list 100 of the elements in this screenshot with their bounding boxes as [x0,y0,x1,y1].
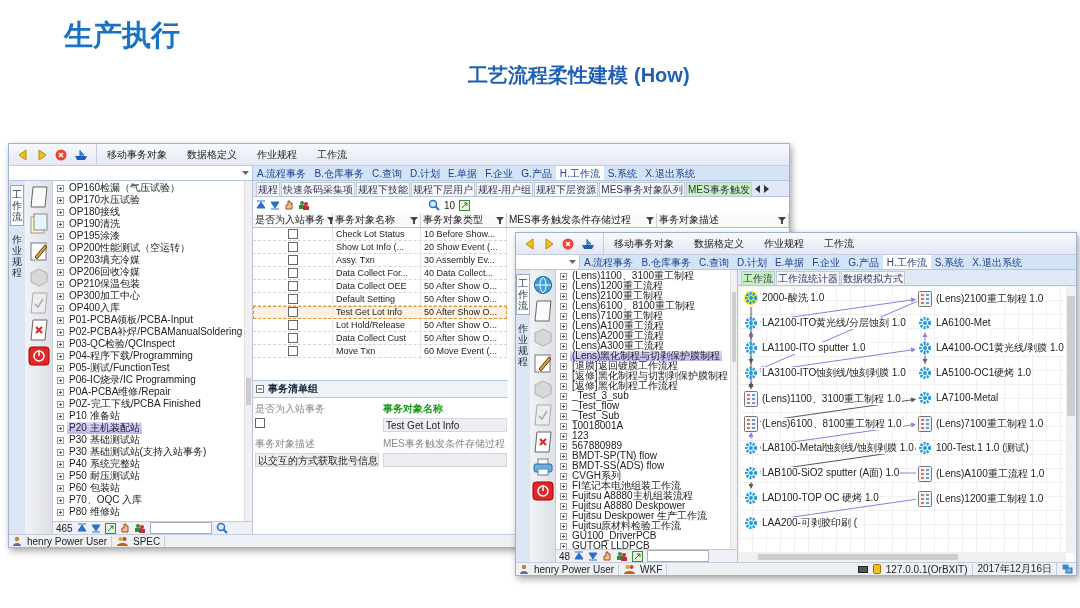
filter-icon[interactable] [646,216,654,224]
gear-icon[interactable] [744,366,758,380]
tree-item[interactable]: [返修]黑化制程工作流程 [570,381,680,391]
expand-icon[interactable] [57,304,64,312]
search-icon[interactable] [428,199,440,211]
tree-item[interactable]: Fujitsu Deskpower 生产工作流 [570,511,710,521]
expand-icon[interactable] [57,508,64,516]
tree-item[interactable]: (Lens)A200重工流程 [570,331,666,341]
tree-item[interactable]: (Lens)2100重工制程 [570,291,665,301]
expand-icon[interactable] [560,352,567,360]
expand-icon[interactable] [57,220,64,228]
document-icon[interactable] [918,291,932,307]
gear-icon[interactable] [744,466,758,480]
checklist-icon[interactable] [532,404,553,426]
expand-icon[interactable] [560,442,567,450]
back-arrow-icon[interactable] [17,148,29,161]
menu-tab[interactable]: A.流程事务 [580,255,638,269]
tree-item[interactable]: 123 [570,431,591,441]
document-icon[interactable] [744,391,758,407]
back-arrow-icon[interactable] [524,237,536,250]
table-row[interactable]: Lot Hold/Release 50 After Show O... [253,319,507,332]
expand-icon[interactable] [57,244,64,252]
menu-tab[interactable]: G.产品 [844,255,883,269]
scrollbar[interactable] [738,552,1066,562]
filter-icon[interactable] [327,216,335,224]
expand-icon[interactable] [560,422,567,430]
forward-arrow-icon[interactable] [543,237,555,250]
tab[interactable]: 工作流统计器 [776,271,840,285]
input-field[interactable]: Test Get Lot Info [383,418,507,432]
gear-icon[interactable] [744,316,758,330]
menu-tab[interactable]: X.退出系统 [641,166,699,180]
input-field[interactable]: 以交互的方式获取批号信息 [255,453,379,467]
expand-icon[interactable] [57,460,64,468]
gear-icon[interactable] [918,391,932,405]
expand-icon[interactable] [560,462,567,470]
document-icon[interactable] [918,416,932,432]
expand-icon[interactable] [560,522,567,530]
checkbox[interactable] [287,320,298,330]
users-icon[interactable] [133,523,146,533]
expand-icon[interactable] [560,512,567,520]
scroll-left-icon[interactable] [754,184,761,193]
input-field[interactable] [383,453,507,467]
filter-icon[interactable] [496,216,504,224]
search-field[interactable] [647,550,710,562]
delete-page-icon[interactable] [532,431,553,453]
tree-item[interactable]: (Lens)6100、8100重工制程 [570,301,697,311]
table-row[interactable]: Move Txn 60 Move Event (... [253,345,507,358]
side-tab[interactable]: 作业规程 [10,230,24,282]
checklist-icon[interactable] [28,292,49,314]
hand-icon[interactable] [284,200,294,210]
users-icon[interactable] [616,551,629,561]
menu-tab[interactable]: X.退出系统 [968,255,1026,269]
expand-icon[interactable] [57,376,64,384]
tree-item[interactable]: P60 包装站 [67,482,122,494]
arrow-top-icon[interactable] [256,200,266,210]
tree-item[interactable]: OP210保温包装 [67,278,143,290]
menu-item[interactable]: 数据格定义 [694,236,744,251]
tree-item[interactable]: 10018001A [570,421,626,431]
tree-item[interactable]: OP300加工中心 [67,290,143,302]
expand-icon[interactable] [560,372,567,380]
gear-icon[interactable] [744,341,758,355]
expand-icon[interactable] [560,432,567,440]
menu-tab[interactable]: H.工作流 [555,166,604,180]
table-row[interactable]: Show Lot Info (... 20 Show Event (... [253,241,507,254]
checkbox[interactable] [287,268,298,278]
gear-icon[interactable] [744,291,758,305]
tree-item[interactable]: P0Z-完工下线/PCBA Finished [67,398,203,410]
tab[interactable]: MES事务触发 [686,182,752,196]
tree-item[interactable]: P10 准备站 [67,410,122,422]
expand-icon[interactable] [57,328,64,336]
tree-item[interactable]: FI笔记本电池组装工作流 [570,481,683,491]
checkbox[interactable] [287,255,298,265]
table-row[interactable]: Data Collect OEE 50 After Show O... [253,280,507,293]
expand-icon[interactable] [57,208,64,216]
expand-icon[interactable] [57,496,64,504]
tree-item[interactable]: [退膜]返回镀膜工作流程 [570,361,680,371]
page-icon[interactable] [28,186,49,208]
gear-icon[interactable] [918,441,932,455]
document-icon[interactable] [918,491,932,507]
tab[interactable]: MES事务对象队列 [599,182,685,196]
table-row[interactable]: Data Collect Cust 50 After Show O... [253,332,507,345]
checkbox[interactable] [287,294,298,304]
pencil-icon[interactable] [28,240,49,262]
menu-tab[interactable]: C.查询 [367,166,406,180]
dropdown-field[interactable] [9,166,253,180]
boat-icon[interactable] [581,237,595,250]
delete-page-icon[interactable] [28,319,49,341]
menu-tab[interactable]: D.计划 [732,255,771,269]
tree-item[interactable]: Fujitsu原材料检验工作流 [570,521,684,531]
tree-item[interactable]: _Test_3_sub [570,391,631,401]
expand-icon[interactable] [57,424,64,432]
menu-item[interactable]: 数据格定义 [187,147,237,162]
menu-item[interactable]: 工作流 [317,147,347,162]
tree-item[interactable]: OP200性能测试（空运转） [67,242,193,254]
tab[interactable]: 规程 [256,182,280,196]
expand-icon[interactable] [560,322,567,330]
users-icon[interactable] [298,200,310,210]
menu-item[interactable]: 作业规程 [764,236,804,251]
expand-icon[interactable] [57,484,64,492]
tree-item[interactable]: OP206回收冷媒 [67,266,143,278]
